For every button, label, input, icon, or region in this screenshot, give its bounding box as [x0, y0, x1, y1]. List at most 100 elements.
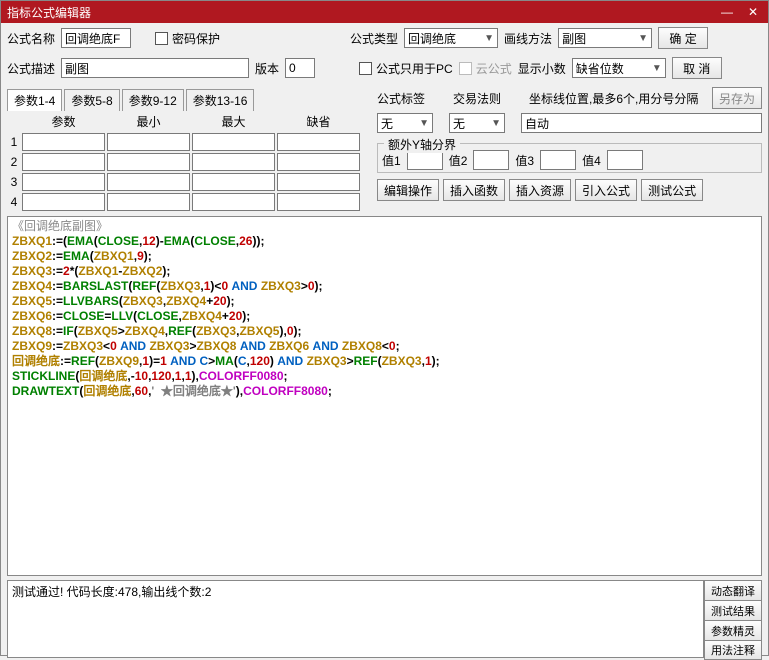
- desc-label: 公式描述: [7, 60, 55, 77]
- close-icon[interactable]: ✕: [744, 3, 762, 21]
- param-cell[interactable]: [277, 173, 360, 191]
- insert-res-button[interactable]: 插入资源: [509, 179, 571, 201]
- code-line: ZBXQ4:=BARSLAST(REF(ZBXQ3,1)<0 AND ZBXQ3…: [12, 279, 323, 293]
- ok-button[interactable]: 确 定: [658, 27, 708, 49]
- right-panel: 公式标签 交易法则 坐标线位置,最多6个,用分号分隔 另存为 无▼ 无▼ 额外Y…: [371, 83, 768, 212]
- upper-panel: 参数1-4 参数5-8 参数9-12 参数13-16 参数最小最大缺省 1 2 …: [1, 83, 768, 212]
- version-label: 版本: [255, 60, 279, 77]
- trade-select[interactable]: 无▼: [449, 113, 505, 133]
- code-line: STICKLINE(回调绝底,-10,120,1,1),COLORFF0080;: [12, 369, 288, 383]
- trade-label: 交易法则: [453, 90, 509, 107]
- param-wizard-button[interactable]: 参数精灵: [704, 620, 762, 640]
- col-default: 缺省: [276, 111, 361, 132]
- window-title: 指标公式编辑器: [7, 4, 718, 21]
- chevron-down-icon: ▼: [484, 33, 494, 44]
- v4-label: 值4: [582, 152, 601, 169]
- usage-note-button[interactable]: 用法注释: [704, 640, 762, 660]
- param-cell[interactable]: [192, 133, 275, 151]
- draw-select[interactable]: 副图▼: [558, 28, 652, 48]
- checkbox-icon: [459, 62, 472, 75]
- import-formula-button[interactable]: 引入公式: [575, 179, 637, 201]
- row-desc: 公式描述 版本 公式只用于PC 云公式 显示小数 缺省位数▼ 取 消: [1, 53, 768, 83]
- titlebar: 指标公式编辑器 — ✕: [1, 1, 768, 23]
- yaxis-group: 额外Y轴分界 值1 值2 值3 值4: [377, 143, 762, 173]
- row-name: 公式名称 密码保护 公式类型 回调绝底▼ 画线方法 副图▼ 确 定: [1, 23, 768, 53]
- param-cell[interactable]: [22, 193, 105, 211]
- v2-input[interactable]: [473, 150, 509, 170]
- tag-label: 公式标签: [377, 90, 433, 107]
- chevron-down-icon: ▼: [419, 118, 429, 129]
- row-num: 3: [7, 172, 21, 192]
- col-param: 参数: [21, 111, 106, 132]
- col-min: 最小: [106, 111, 191, 132]
- v4-input[interactable]: [607, 150, 643, 170]
- test-result-button[interactable]: 测试结果: [704, 600, 762, 620]
- code-editor[interactable]: 《回调绝底副图》 ZBXQ1:=(EMA(CLOSE,12)-EMA(CLOSE…: [7, 216, 762, 576]
- param-cell[interactable]: [192, 173, 275, 191]
- side-buttons: 动态翻译 测试结果 参数精灵 用法注释: [704, 580, 762, 660]
- coord-input[interactable]: [521, 113, 762, 133]
- minimize-icon[interactable]: —: [718, 3, 736, 21]
- yaxis-legend: 额外Y轴分界: [384, 136, 460, 153]
- type-label: 公式类型: [350, 30, 398, 47]
- param-tabs: 参数1-4 参数5-8 参数9-12 参数13-16: [1, 83, 371, 111]
- checkbox-icon: [155, 32, 168, 45]
- param-cell[interactable]: [277, 133, 360, 151]
- tab-params-13-16[interactable]: 参数13-16: [186, 89, 255, 111]
- coord-label: 坐标线位置,最多6个,用分号分隔: [529, 90, 698, 107]
- param-cell[interactable]: [107, 193, 190, 211]
- type-select[interactable]: 回调绝底▼: [404, 28, 498, 48]
- name-input[interactable]: [61, 28, 131, 48]
- code-header: 《回调绝底副图》: [12, 219, 108, 233]
- v2-label: 值2: [449, 152, 468, 169]
- password-checkbox[interactable]: 密码保护: [155, 30, 220, 47]
- v3-input[interactable]: [540, 150, 576, 170]
- name-label: 公式名称: [7, 30, 55, 47]
- checkbox-icon: [359, 62, 372, 75]
- col-max: 最大: [191, 111, 276, 132]
- param-grid: 参数最小最大缺省 1 2 3 4: [7, 111, 361, 212]
- param-cell[interactable]: [107, 133, 190, 151]
- param-panel: 参数1-4 参数5-8 参数9-12 参数13-16 参数最小最大缺省 1 2 …: [1, 83, 371, 212]
- password-label: 密码保护: [172, 30, 220, 47]
- code-line: ZBXQ3:=2*(ZBXQ1-ZBXQ2);: [12, 264, 170, 278]
- decimal-select[interactable]: 缺省位数▼: [572, 58, 666, 78]
- insert-fn-button[interactable]: 插入函数: [443, 179, 505, 201]
- chevron-down-icon: ▼: [652, 63, 662, 74]
- cancel-button[interactable]: 取 消: [672, 57, 722, 79]
- code-line: ZBXQ8:=IF(ZBXQ5>ZBXQ4,REF(ZBXQ3,ZBXQ5),0…: [12, 324, 302, 338]
- decimal-label: 显示小数: [518, 60, 566, 77]
- param-cell[interactable]: [192, 153, 275, 171]
- tab-params-1-4[interactable]: 参数1-4: [7, 89, 62, 111]
- row-num: 2: [7, 152, 21, 172]
- param-cell[interactable]: [107, 173, 190, 191]
- code-line: ZBXQ1:=(EMA(CLOSE,12)-EMA(CLOSE,26));: [12, 234, 264, 248]
- tab-params-9-12[interactable]: 参数9-12: [122, 89, 184, 111]
- pconly-checkbox[interactable]: 公式只用于PC: [359, 60, 453, 77]
- row-num: 1: [7, 132, 21, 152]
- test-formula-button[interactable]: 测试公式: [641, 179, 703, 201]
- code-line: ZBXQ9:=ZBXQ3<0 AND ZBXQ3>ZBXQ8 AND ZBXQ6…: [12, 339, 400, 353]
- saveas-button[interactable]: 另存为: [712, 87, 762, 109]
- desc-input[interactable]: [61, 58, 249, 78]
- param-cell[interactable]: [277, 153, 360, 171]
- code-line: ZBXQ6:=CLOSE=LLV(CLOSE,ZBXQ4+20);: [12, 309, 250, 323]
- bottom-panel: 测试通过! 代码长度:478,输出线个数:2 动态翻译 测试结果 参数精灵 用法…: [7, 580, 762, 660]
- edit-ops-button[interactable]: 编辑操作: [377, 179, 439, 201]
- dyn-translate-button[interactable]: 动态翻译: [704, 580, 762, 600]
- tag-select[interactable]: 无▼: [377, 113, 433, 133]
- code-line: ZBXQ2:=EMA(ZBXQ1,9);: [12, 249, 152, 263]
- param-cell[interactable]: [107, 153, 190, 171]
- window-controls: — ✕: [718, 3, 762, 21]
- param-cell[interactable]: [192, 193, 275, 211]
- param-cell[interactable]: [22, 153, 105, 171]
- row-num: 4: [7, 192, 21, 212]
- version-input[interactable]: [285, 58, 315, 78]
- v1-input[interactable]: [407, 150, 443, 170]
- tab-params-5-8[interactable]: 参数5-8: [64, 89, 119, 111]
- cloud-checkbox: 云公式: [459, 60, 512, 77]
- param-cell[interactable]: [277, 193, 360, 211]
- param-cell[interactable]: [22, 173, 105, 191]
- code-line: 回调绝底:=REF(ZBXQ9,1)=1 AND C>MA(C,120) AND…: [12, 354, 440, 368]
- param-cell[interactable]: [22, 133, 105, 151]
